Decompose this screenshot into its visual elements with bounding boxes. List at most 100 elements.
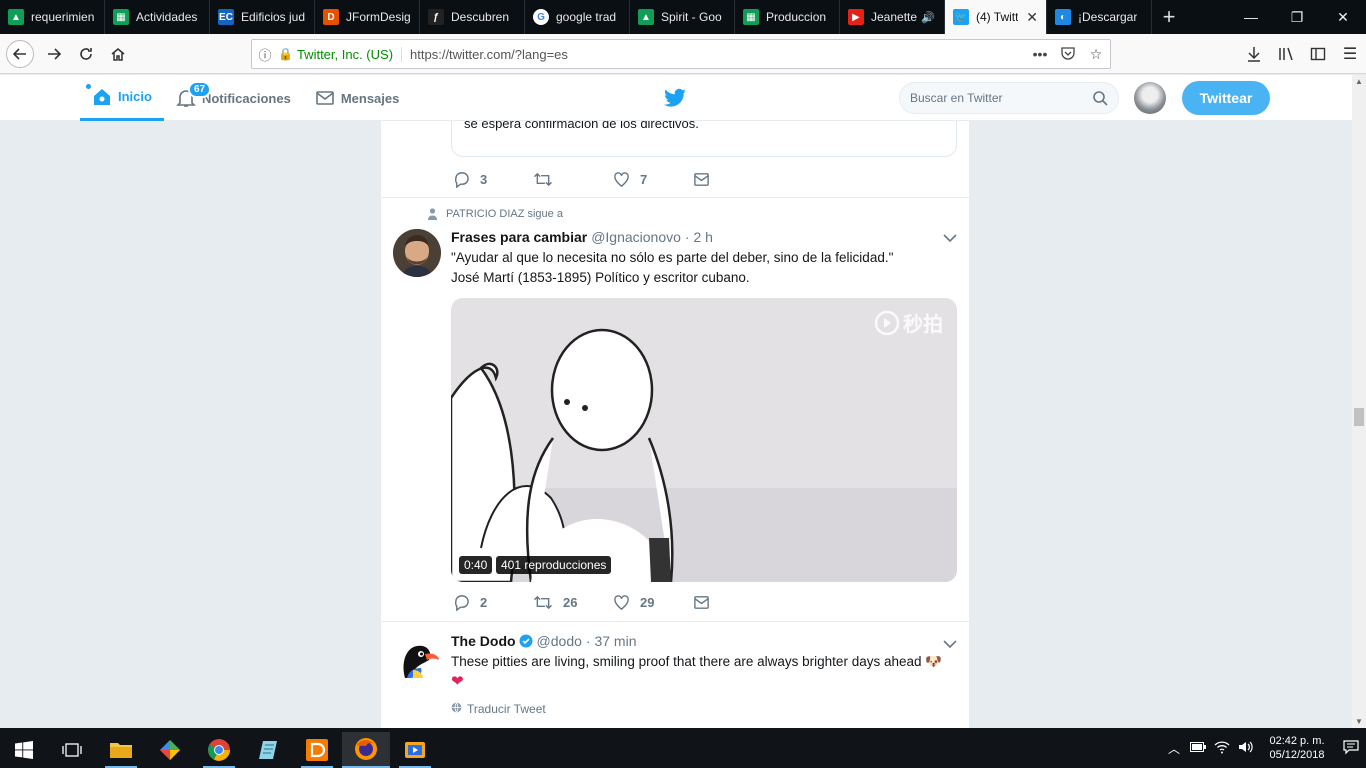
browser-tab[interactable]: Ggoogle trad (525, 0, 630, 34)
url-text[interactable]: https://twitter.com/?lang=es (410, 47, 1026, 62)
chevron-down-icon[interactable] (943, 231, 957, 246)
nav-messages-label: Mensajes (340, 90, 400, 106)
restore-button[interactable]: ❐ (1274, 0, 1320, 34)
like-button[interactable]: 29 (613, 594, 693, 611)
wifi-icon[interactable] (1210, 740, 1234, 757)
quoted-tweet[interactable]: se espera confirmación de los directivos… (451, 121, 957, 157)
video-player[interactable]: 秒拍 0:40 401 reproducciones (451, 298, 957, 582)
taskbar-app-notes[interactable] (244, 732, 292, 768)
url-bar[interactable]: ⓘ 🔒 Twitter, Inc. (US) https://twitter.c… (251, 39, 1111, 69)
tweet-time[interactable]: · 37 min (586, 633, 637, 649)
retweet-button[interactable]: 26 (533, 594, 613, 611)
sidebar-icon[interactable] (1302, 40, 1334, 68)
globe-icon (451, 702, 462, 716)
tray-expand-chevron-icon[interactable]: ︿ (1162, 740, 1186, 757)
browser-tab[interactable]: ƒ Descubren (420, 0, 525, 34)
downloads-icon[interactable] (1238, 40, 1270, 68)
battery-icon[interactable] (1186, 741, 1210, 755)
action-center-icon[interactable] (1336, 739, 1366, 758)
like-button[interactable]: 7 (613, 171, 693, 188)
page-scrollbar[interactable]: ▲ ▼ (1352, 75, 1366, 728)
library-icon[interactable] (1270, 40, 1302, 68)
browser-tab[interactable]: ◐ ¡Descargar (1047, 0, 1152, 34)
taskbar-app-tools[interactable] (146, 732, 194, 768)
nav-notifications[interactable]: 67 Notificaciones (164, 75, 303, 121)
nav-messages[interactable]: Mensajes (303, 75, 412, 121)
taskbar-chrome[interactable] (195, 732, 243, 768)
tweet-text-line-2: José Martí (1853-1895) Político y escrit… (451, 270, 750, 285)
close-window-button[interactable]: ✕ (1320, 0, 1366, 34)
task-view-button[interactable] (48, 732, 96, 768)
new-tab-button[interactable]: + (1152, 0, 1186, 34)
tab-favicon-icon: G (533, 9, 549, 25)
back-button[interactable] (6, 40, 34, 68)
taskbar-file-explorer[interactable] (97, 732, 145, 768)
speaker-icon[interactable]: 🔊 (921, 11, 935, 24)
tab-favicon-icon: ◐ (1055, 9, 1071, 25)
scroll-down-arrow-icon[interactable]: ▼ (1355, 717, 1363, 726)
reply-button[interactable]: 2 (453, 594, 533, 611)
close-tab-icon[interactable]: ✕ (1026, 9, 1038, 26)
forward-button[interactable] (40, 40, 68, 68)
retweet-button[interactable] (533, 171, 613, 188)
start-button[interactable] (0, 732, 48, 768)
author-avatar[interactable] (393, 229, 441, 277)
search-placeholder: Buscar en Twitter (910, 91, 1003, 105)
reply-button[interactable]: 3 (453, 171, 533, 188)
envelope-icon (694, 596, 709, 609)
taskbar-video-app[interactable] (391, 732, 439, 768)
volume-icon[interactable] (1234, 740, 1258, 757)
browser-tab[interactable]: 🐦 (4) Twitt ✕ (945, 0, 1047, 34)
tab-favicon-icon: ▲ (638, 9, 654, 25)
tweet[interactable]: The Dodo @dodo · 37 min These pitties ar… (381, 622, 969, 728)
notifications-badge: 67 (187, 81, 212, 98)
nav-home[interactable]: Inicio (80, 75, 164, 121)
scroll-up-arrow-icon[interactable]: ▲ (1355, 77, 1363, 86)
home-icon (111, 48, 125, 61)
tweet[interactable]: PATRICIO DIAZ sigue a Frases para cambia… (381, 198, 969, 622)
clock[interactable]: 02:42 p. m. 05/12/2018 (1258, 734, 1336, 762)
tweet-text: These pitties are living, smiling proof … (451, 652, 957, 692)
user-avatar[interactable] (1134, 82, 1166, 114)
chevron-down-icon[interactable] (943, 637, 957, 652)
browser-tab[interactable]: ▲ requerimien (0, 0, 105, 34)
tweet-button[interactable]: Twittear (1182, 81, 1270, 115)
browser-tab[interactable]: ▦ Produccion (735, 0, 840, 34)
svg-text:秒拍: 秒拍 (903, 312, 943, 336)
tab-favicon-icon: ƒ (428, 9, 444, 25)
author-avatar[interactable] (393, 634, 441, 682)
twitter-logo-icon[interactable] (664, 88, 686, 111)
tab-title: Spirit - Goo (661, 10, 722, 24)
pocket-icon[interactable] (1054, 46, 1082, 63)
tweet-time[interactable]: · 2 h (685, 229, 713, 245)
bookmark-star-icon[interactable]: ☆ (1082, 46, 1110, 63)
browser-tab[interactable]: D JFormDesig (315, 0, 420, 34)
translate-tweet-link[interactable]: Traducir Tweet (451, 702, 546, 716)
author-handle[interactable]: @dodo (537, 633, 582, 649)
info-icon[interactable]: ⓘ (252, 45, 278, 64)
author-handle[interactable]: @Ignacionovo (591, 229, 681, 245)
taskbar-jformdesigner[interactable] (293, 732, 341, 768)
browser-tab[interactable]: ▲ Spirit - Goo (630, 0, 735, 34)
tweet[interactable]: se espera confirmación de los directivos… (381, 121, 969, 198)
site-identity[interactable]: Twitter, Inc. (US) (297, 46, 403, 62)
browser-tab[interactable]: ▶ Jeanette 🔊 (840, 0, 945, 34)
direct-message-button[interactable] (693, 171, 773, 188)
search-input[interactable]: Buscar en Twitter (899, 82, 1119, 114)
browser-tab[interactable]: ▦ Actividades (105, 0, 210, 34)
browser-tab-strip: ▲ requerimien ▦ Actividades EC Edificios jud D… (0, 0, 1366, 34)
taskbar-firefox[interactable] (342, 732, 390, 768)
scrollbar-thumb[interactable] (1354, 408, 1364, 426)
home-button[interactable] (104, 40, 132, 68)
browser-tab[interactable]: EC Edificios jud (210, 0, 315, 34)
menu-icon[interactable]: ☰ (1334, 40, 1366, 68)
reload-button[interactable] (72, 40, 100, 68)
tab-title: Descubren (451, 10, 510, 24)
author-name[interactable]: The Dodo (451, 633, 516, 649)
search-icon[interactable] (1092, 90, 1108, 106)
direct-message-button[interactable] (693, 594, 773, 611)
minimize-button[interactable]: — (1228, 0, 1274, 34)
author-name[interactable]: Frases para cambiar (451, 229, 587, 245)
page-actions-icon[interactable]: ••• (1026, 46, 1054, 62)
toolbar-right: ☰ (1238, 40, 1366, 68)
